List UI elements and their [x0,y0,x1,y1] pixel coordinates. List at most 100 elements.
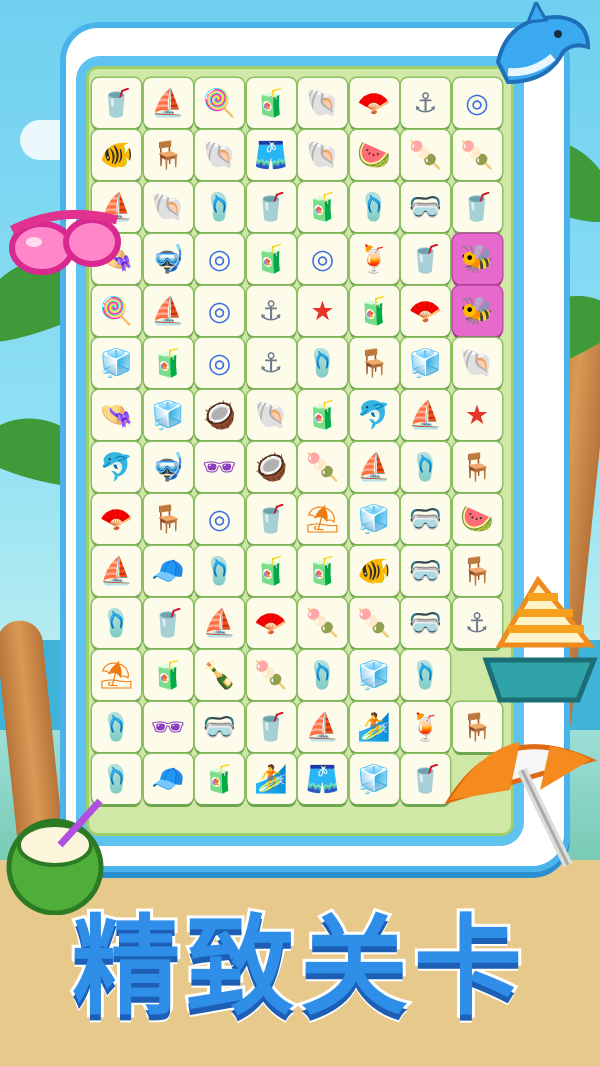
tile-flip-flops[interactable]: 🩴 [298,338,347,388]
tile-hand-fan[interactable]: 🪭 [92,494,141,544]
tile-ice-cubes[interactable]: 🧊 [349,494,399,544]
tile-popsicle[interactable]: 🍡 [401,130,450,180]
tile-ice-cubes[interactable]: 🧊 [143,390,193,440]
tile-swim-goggles[interactable]: 🥽 [401,546,450,596]
tile-juice-bottle[interactable]: 🧃 [143,650,193,700]
tile-swim-ring[interactable]: ◎ [195,286,244,336]
tile-seashell[interactable]: 🐚 [452,338,502,388]
tile-flip-flops[interactable]: 🩴 [401,650,450,700]
tile-sun-hat[interactable]: 👒 [92,390,141,440]
tile-bee[interactable]: 🐝 [452,234,502,284]
tile-sailboat[interactable]: ⛵ [143,78,193,128]
tile-juice-bottle[interactable]: 🧃 [246,234,296,284]
tile-swim-goggles[interactable]: 🥽 [401,598,450,648]
tile-swim-goggles[interactable]: 🥽 [401,182,450,232]
tile-watermelon[interactable]: 🍉 [452,494,502,544]
tile-juice-bottle[interactable]: 🧃 [298,546,347,596]
tile-juice-bottle[interactable]: 🧃 [298,182,347,232]
tile-swim-shorts[interactable]: 🩳 [246,130,296,180]
tile-juice-bottle[interactable]: 🧃 [298,390,347,440]
tile-juice-bottle[interactable]: 🧃 [195,754,244,804]
tile-lemonade[interactable]: 🥤 [401,234,450,284]
tile-tropical-fish[interactable]: 🐠 [92,130,141,180]
tile-ice-cubes[interactable]: 🧊 [349,650,399,700]
tile-swim-ring[interactable]: ◎ [298,234,347,284]
tile-surfboard[interactable]: 🏄 [349,702,399,752]
tile-swim-ring[interactable]: ◎ [195,338,244,388]
tile-seashell[interactable]: 🐚 [298,78,347,128]
tile-popsicle[interactable]: 🍡 [349,598,399,648]
tile-watermelon[interactable]: 🍉 [349,130,399,180]
tile-ice-cubes[interactable]: 🧊 [349,754,399,804]
tile-hand-fan[interactable]: 🪭 [401,286,450,336]
tile-sunglasses[interactable]: 🕶 [143,702,193,752]
tile-diving-mask[interactable]: 🤿 [143,234,193,284]
tile-beach-umbrella[interactable]: ⛱ [92,650,141,700]
tile-beach-chair[interactable]: 🪑 [349,338,399,388]
tile-flip-flops[interactable]: 🩴 [349,182,399,232]
tile-ice-cubes[interactable]: 🧊 [92,338,141,388]
tile-anchor[interactable]: ⚓ [246,338,296,388]
tile-coconut[interactable]: 🥥 [246,442,296,492]
tile-beach-chair[interactable]: 🪑 [143,130,193,180]
tile-swim-ring[interactable]: ◎ [195,494,244,544]
tile-seashell[interactable]: 🐚 [246,390,296,440]
tile-swim-goggles[interactable]: 🥽 [195,702,244,752]
tile-message-bottle[interactable]: 🍾 [195,650,244,700]
tile-sun-visor[interactable]: 🧢 [143,754,193,804]
tile-flip-flops[interactable]: 🩴 [92,702,141,752]
tile-swim-shorts[interactable]: 🩳 [298,754,347,804]
tile-sailboat[interactable]: ⛵ [143,286,193,336]
tile-starfish[interactable]: ★ [298,286,347,336]
tile-sailboat[interactable]: ⛵ [298,702,347,752]
tile-beach-umbrella[interactable]: ⛱ [298,494,347,544]
tile-beach-chair[interactable]: 🪑 [452,442,502,492]
tile-bee[interactable]: 🐝 [452,286,502,336]
tile-popsicle[interactable]: 🍡 [298,598,347,648]
tile-popsicle[interactable]: 🍡 [246,650,296,700]
tile-juice-bottle[interactable]: 🧃 [143,338,193,388]
tile-tropical-fish[interactable]: 🐠 [349,546,399,596]
tile-swim-goggles[interactable]: 🥽 [401,494,450,544]
tile-juice-bottle[interactable]: 🧃 [246,546,296,596]
tile-diving-mask[interactable]: 🤿 [143,442,193,492]
tile-hand-fan[interactable]: 🪭 [349,78,399,128]
tile-seashell[interactable]: 🐚 [298,130,347,180]
tile-lemonade[interactable]: 🥤 [246,494,296,544]
tile-dolphin[interactable]: 🐬 [92,442,141,492]
tile-swim-ring[interactable]: ◎ [195,234,244,284]
tile-flip-flops[interactable]: 🩴 [195,546,244,596]
tile-dolphin[interactable]: 🐬 [349,390,399,440]
tile-lemonade[interactable]: 🥤 [452,182,502,232]
tile-sun-visor[interactable]: 🧢 [143,546,193,596]
tile-lemonade[interactable]: 🥤 [143,598,193,648]
tile-flip-flops[interactable]: 🩴 [195,182,244,232]
tile-sailboat[interactable]: ⛵ [349,442,399,492]
tile-flip-flops[interactable]: 🩴 [92,598,141,648]
tile-popsicle[interactable]: 🍡 [452,130,502,180]
tile-anchor[interactable]: ⚓ [401,78,450,128]
tile-popsicle[interactable]: 🍡 [298,442,347,492]
tile-blue-drink[interactable]: 🍹 [349,234,399,284]
tile-coconut[interactable]: 🥥 [195,390,244,440]
tile-flip-flops[interactable]: 🩴 [401,442,450,492]
tile-lemonade[interactable]: 🥤 [92,78,141,128]
tile-lemonade[interactable]: 🥤 [246,182,296,232]
tile-sailboat[interactable]: ⛵ [401,390,450,440]
tile-seashell[interactable]: 🐚 [143,182,193,232]
tile-juice-bottle[interactable]: 🧃 [246,78,296,128]
tile-seashell[interactable]: 🐚 [195,130,244,180]
tile-sailboat[interactable]: ⛵ [195,598,244,648]
tile-anchor[interactable]: ⚓ [246,286,296,336]
tile-candy-cane[interactable]: 🍭 [195,78,244,128]
tile-ice-cubes[interactable]: 🧊 [401,338,450,388]
tile-sunglasses[interactable]: 🕶 [195,442,244,492]
tile-surfboard[interactable]: 🏄 [246,754,296,804]
tile-lemonade[interactable]: 🥤 [246,702,296,752]
tile-hand-fan[interactable]: 🪭 [246,598,296,648]
tile-flip-flops[interactable]: 🩴 [298,650,347,700]
tile-sailboat[interactable]: ⛵ [92,546,141,596]
tile-candy-cane[interactable]: 🍭 [92,286,141,336]
tile-starfish[interactable]: ★ [452,390,502,440]
tile-juice-bottle[interactable]: 🧃 [349,286,399,336]
